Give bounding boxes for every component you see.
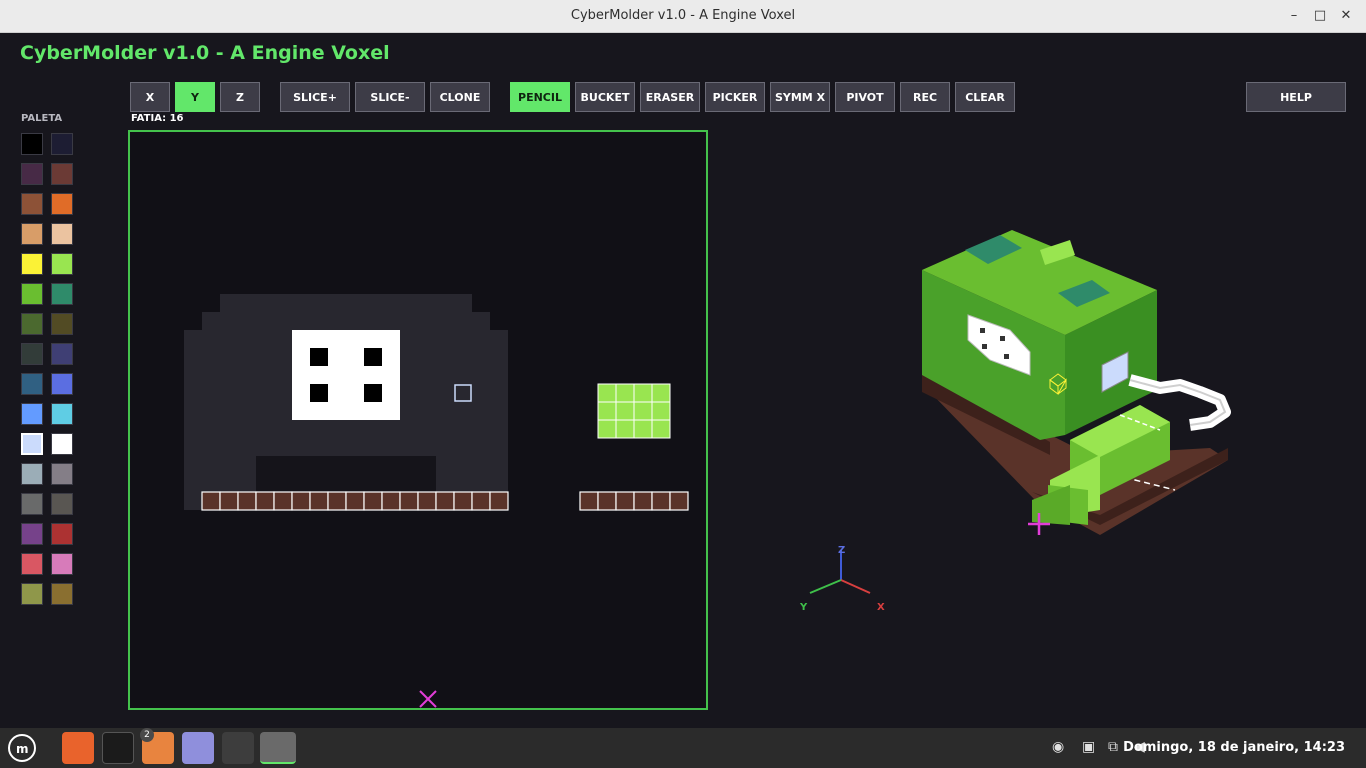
slice-editor-canvas[interactable] — [128, 130, 708, 710]
svg-text:m: m — [16, 742, 29, 756]
palette-swatch[interactable] — [21, 223, 43, 245]
palette-swatch[interactable] — [21, 523, 43, 545]
cybermolder-window-icon[interactable] — [260, 732, 296, 764]
palette-swatch[interactable] — [21, 463, 43, 485]
white-panel-voxels — [292, 330, 400, 420]
clone-button[interactable]: CLONE — [430, 82, 490, 112]
pencil-tool-button[interactable]: PENCIL — [510, 82, 570, 112]
palette-swatch[interactable] — [21, 313, 43, 335]
palette-swatch[interactable] — [51, 283, 73, 305]
taskbar: m 2 ◉ ▣ ⧉ ◀ Domingo, 18 de janeiro, 14:2… — [0, 728, 1366, 768]
slice-pixel-grid[interactable] — [130, 132, 706, 708]
firefox-icon[interactable] — [62, 732, 94, 764]
files-window-count-badge: 2 — [140, 728, 154, 742]
window-title: CyberMolder v1.0 - A Engine Voxel — [570, 8, 796, 23]
palette-swatch[interactable] — [51, 553, 73, 575]
palette-swatch[interactable] — [21, 553, 43, 575]
help-button[interactable]: HELP — [1246, 82, 1346, 112]
palette-swatch[interactable] — [51, 163, 73, 185]
bucket-tool-button[interactable]: BUCKET — [575, 82, 635, 112]
close-button[interactable]: ✕ — [1336, 6, 1356, 26]
base-voxel-row — [201, 491, 689, 511]
terminal-icon[interactable] — [102, 732, 134, 764]
axis-y-label: Y — [799, 602, 808, 613]
palette-swatch[interactable] — [51, 373, 73, 395]
palette-swatch[interactable] — [51, 493, 73, 515]
palette-swatch[interactable] — [21, 343, 43, 365]
palette-swatch[interactable] — [51, 583, 73, 605]
palette-swatch[interactable] — [51, 523, 73, 545]
palette-swatch[interactable] — [21, 433, 43, 455]
palette-swatch[interactable] — [21, 193, 43, 215]
palette-swatch[interactable] — [21, 133, 43, 155]
green-voxel-block — [597, 383, 671, 439]
slice-indicator: FATIA: 16 — [131, 113, 184, 124]
palette-swatch[interactable] — [51, 253, 73, 275]
picker-tool-button[interactable]: PICKER — [705, 82, 765, 112]
axis-gizmo: Z Y X — [799, 545, 885, 613]
axis-x-label: X — [877, 602, 885, 613]
minimize-button[interactable]: – — [1284, 6, 1304, 26]
palette-swatch[interactable] — [51, 223, 73, 245]
slice-minus-button[interactable]: SLICE- — [355, 82, 425, 112]
pivot-button[interactable]: PIVOT — [835, 82, 895, 112]
3d-viewport[interactable]: Z Y X — [720, 130, 1366, 710]
palette-swatch[interactable] — [21, 163, 43, 185]
axis-z-label: Z — [838, 545, 845, 556]
palette-swatch[interactable] — [51, 343, 73, 365]
palette-swatch[interactable] — [21, 373, 43, 395]
axis-z-button[interactable]: Z — [220, 82, 260, 112]
palette-swatch[interactable] — [21, 253, 43, 275]
palette-swatch[interactable] — [51, 193, 73, 215]
origin-marker-icon — [419, 690, 437, 708]
files-icon[interactable]: 2 — [140, 728, 174, 764]
axis-y-button[interactable]: Y — [175, 82, 215, 112]
maximize-button[interactable]: □ — [1310, 6, 1330, 26]
clipboard-icon[interactable]: ▣ — [1082, 739, 1095, 755]
window-titlebar: CyberMolder v1.0 - A Engine Voxel – □ ✕ — [0, 0, 1366, 33]
isometric-model-render: Z Y X — [799, 230, 1231, 613]
clear-button[interactable]: CLEAR — [955, 82, 1015, 112]
palette-swatch[interactable] — [51, 433, 73, 455]
palette-swatch[interactable] — [51, 403, 73, 425]
axis-x-button[interactable]: X — [130, 82, 170, 112]
symmetry-x-button[interactable]: SYMM X — [770, 82, 830, 112]
palette-label: PALETA — [21, 113, 63, 124]
palette-swatch[interactable] — [51, 313, 73, 335]
palette-swatch[interactable] — [21, 403, 43, 425]
text-editor-icon[interactable] — [182, 732, 214, 764]
palette-swatch[interactable] — [51, 463, 73, 485]
eraser-tool-button[interactable]: ERASER — [640, 82, 700, 112]
steam-icon[interactable]: ◉ — [1052, 739, 1064, 755]
palette-swatch[interactable] — [21, 583, 43, 605]
palette-swatch[interactable] — [21, 283, 43, 305]
mint-menu-icon[interactable]: m — [6, 732, 38, 764]
clock[interactable]: Domingo, 18 de janeiro, 14:23 — [1123, 740, 1345, 755]
palette-swatch[interactable] — [51, 133, 73, 155]
rec-button[interactable]: REC — [900, 82, 950, 112]
palette-swatch[interactable] — [21, 493, 43, 515]
slice-plus-button[interactable]: SLICE+ — [280, 82, 350, 112]
app-launcher-icon[interactable] — [222, 732, 254, 764]
network-icon[interactable]: ⧉ — [1108, 739, 1118, 755]
app-title: CyberMolder v1.0 - A Engine Voxel — [20, 42, 390, 64]
